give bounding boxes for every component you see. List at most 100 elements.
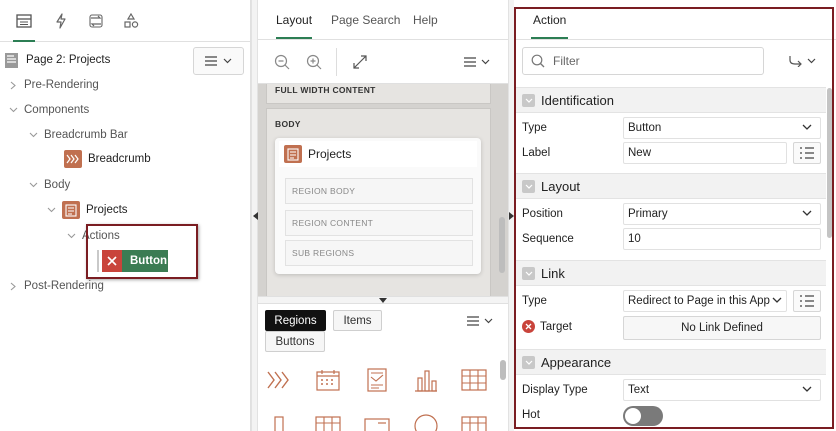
label-list-button[interactable] [793,142,821,164]
chevron-right-icon[interactable] [8,80,18,90]
region-body-slot[interactable]: REGION BODY [285,178,473,204]
display-type-value: Text [628,384,650,396]
label-input[interactable]: New [623,142,787,164]
left-splitter[interactable] [251,0,258,431]
chevron-down-icon [772,297,782,304]
hamburger-icon [467,316,479,326]
selection-highlight-frame [86,224,198,279]
collapse-down-icon[interactable] [379,298,387,303]
collapse-icon[interactable] [522,355,535,369]
go-to-group-icon [788,56,802,67]
chevron-down-icon [802,124,812,130]
chevron-down-icon [484,318,493,324]
canvas-scrollbar[interactable] [499,217,505,273]
region-header[interactable]: Projects [279,141,477,167]
link-type-select[interactable]: Redirect to Page in this App [623,290,787,312]
grid-region-icon[interactable] [314,412,342,431]
layout-canvas[interactable]: FULL WIDTH CONTENT BODY Projects REGION … [258,84,508,296]
tab-help[interactable]: Help [413,13,438,27]
zoom-out-icon[interactable] [272,52,292,72]
tab-buttons[interactable]: Buttons [265,331,325,352]
properties-scrollbar[interactable] [827,88,832,238]
classic-report-icon[interactable] [460,366,488,394]
tab-action[interactable]: Action [530,13,569,39]
rendering-tree-pane: Page 2: Projects Pre-Rendering Component… [0,0,251,431]
page-title-row[interactable]: Page 2: Projects [4,50,110,70]
filter-field[interactable] [522,47,764,75]
link-type-list-button[interactable] [793,290,821,312]
target-link-button[interactable]: No Link Defined [623,316,821,340]
zoom-in-icon[interactable] [304,52,324,72]
lightning-icon[interactable] [50,10,72,32]
section-appearance[interactable]: Appearance [516,349,826,375]
chevron-down-icon[interactable] [46,205,56,215]
chevron-down-icon[interactable] [28,130,38,140]
property-editor-tabs: Action [514,0,836,40]
chevron-down-icon[interactable] [8,105,18,115]
rendering-tab-icon[interactable] [13,10,35,42]
property-editor-pane: Action Identification Type Button Label … [514,0,836,431]
section-link[interactable]: Link [516,260,826,286]
chevron-down-icon [807,58,815,64]
body-position[interactable]: BODY Projects REGION BODY REGION CONTENT… [266,108,491,296]
chevron-right-icon[interactable] [8,281,18,291]
shared-components-icon[interactable] [120,10,142,32]
filter-input[interactable] [553,54,753,68]
gallery-menu-button[interactable] [465,311,495,331]
layout-menu-button[interactable] [462,52,492,72]
tree-node-breadcrumb[interactable]: Breadcrumb [64,150,151,168]
gallery-splitter[interactable] [258,296,508,304]
tree-node-breadcrumb-bar[interactable]: Breadcrumb Bar [28,126,128,144]
center-tabs: Layout Page Search Help [258,0,508,40]
calendar-region-icon[interactable] [314,366,342,394]
section-identification[interactable]: Identification [516,87,826,113]
tree-label: Post-Rendering [24,280,104,292]
tree-node-pre-rendering[interactable]: Pre-Rendering [8,76,99,94]
type-select[interactable]: Button [623,117,821,139]
collapse-icon[interactable] [522,93,535,107]
go-to-group-button[interactable] [777,47,827,75]
tab-items[interactable]: Items [333,310,382,331]
position-label: Position [522,208,563,220]
full-width-content-position[interactable]: FULL WIDTH CONTENT [266,84,491,104]
label-value: New [628,147,652,159]
collapse-icon[interactable] [522,266,535,280]
hot-toggle[interactable] [623,406,663,426]
tree-node-projects[interactable]: Projects [46,201,128,219]
page-title: Page 2: Projects [26,54,111,66]
chevron-down-icon[interactable] [66,231,76,241]
chevron-down-icon[interactable] [28,180,38,190]
tree-label: Projects [86,204,128,216]
breadcrumb-region-icon[interactable] [265,366,293,394]
help-region-icon[interactable] [412,412,440,431]
interactive-report-icon[interactable] [460,412,488,431]
chart-region-icon[interactable] [412,366,440,394]
tree-menu-button[interactable] [193,47,244,75]
chevron-down-icon [802,386,812,392]
projects-region-card[interactable]: Projects REGION BODY REGION CONTENT SUB … [275,138,481,274]
processing-icon[interactable] [85,10,107,32]
sub-regions-slot[interactable]: SUB REGIONS [285,240,473,266]
tab-layout[interactable]: Layout [276,13,313,39]
tree-node-body[interactable]: Body [28,176,70,194]
tree-node-post-rendering[interactable]: Post-Rendering [8,277,104,295]
display-type-select[interactable]: Text [623,379,821,401]
collapse-icon[interactable] [522,179,535,193]
display-type-label: Display Type [522,384,588,396]
card-region-icon[interactable] [363,366,391,394]
section-layout[interactable]: Layout [516,173,826,199]
tab-page-search[interactable]: Page Search [331,13,400,27]
column-region-icon[interactable] [265,412,293,431]
target-value: No Link Defined [681,322,763,334]
component-gallery: Regions Items Buttons [258,304,508,431]
form-region-icon[interactable] [363,412,391,431]
sequence-input[interactable]: 10 [623,228,821,250]
expand-icon[interactable] [350,52,370,72]
position-select[interactable]: Primary [623,203,821,225]
tab-regions[interactable]: Regions [265,310,326,331]
region-content-slot[interactable]: REGION CONTENT [285,210,473,236]
gallery-scrollbar[interactable] [500,360,506,380]
position-label: FULL WIDTH CONTENT [275,85,376,95]
tree-node-components[interactable]: Components [8,101,89,119]
link-type-label: Type [522,295,547,307]
